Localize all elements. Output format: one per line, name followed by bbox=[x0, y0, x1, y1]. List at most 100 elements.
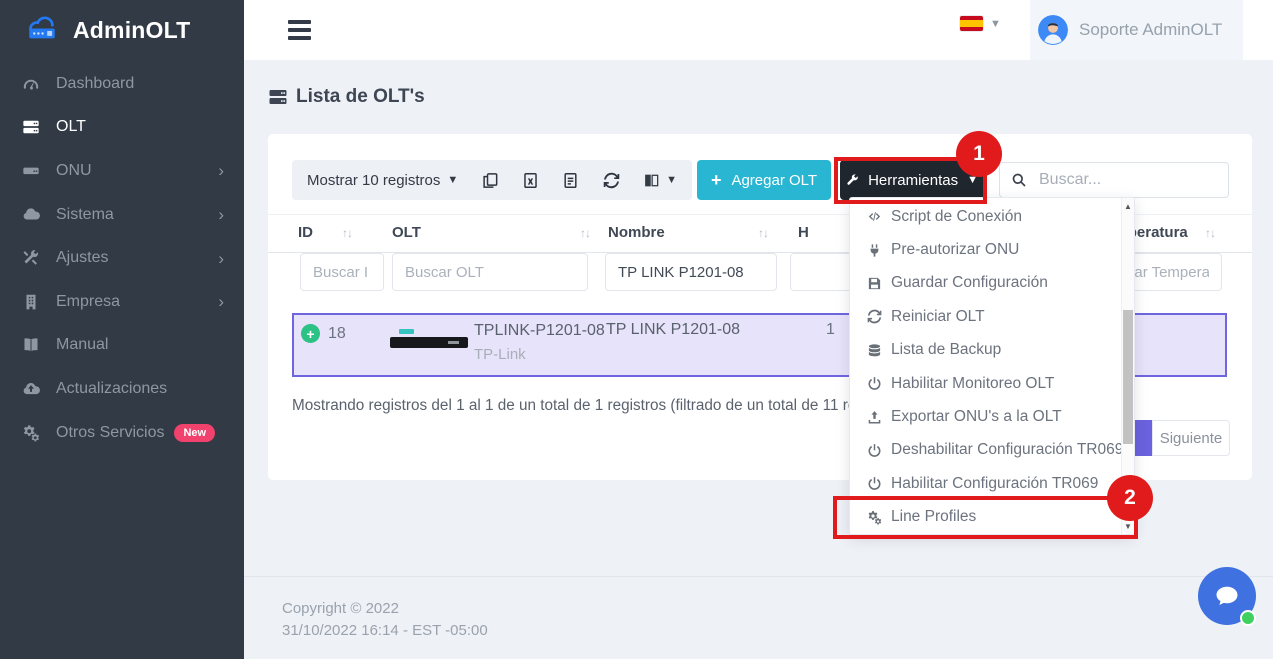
column-header-olt[interactable]: OLT bbox=[392, 224, 421, 241]
annotation-step-1: 1 bbox=[956, 131, 1002, 177]
table-controls: Mostrar 10 registros ▼ ▼ bbox=[292, 160, 692, 200]
page-title: Lista de OLT's bbox=[268, 86, 425, 108]
filter-olt-input[interactable] bbox=[392, 253, 588, 291]
adminolt-logo-icon bbox=[20, 11, 64, 50]
column-header-id[interactable]: ID bbox=[298, 224, 313, 241]
sidebar-item-ajustes[interactable]: Ajustes › bbox=[0, 236, 244, 280]
excel-export-button[interactable] bbox=[522, 172, 539, 189]
add-olt-button[interactable]: + Agregar OLT bbox=[697, 160, 831, 200]
sidebar-item-label: Dashboard bbox=[56, 75, 134, 93]
chevron-right-icon: › bbox=[218, 250, 224, 267]
row-nombre: TP LINK P1201-08 bbox=[606, 321, 740, 339]
tools-menu-item-habilitar-monitoreo-olt[interactable]: Habilitar Monitoreo OLT bbox=[850, 367, 1134, 400]
user-name: Soporte AdminOLT bbox=[1079, 20, 1222, 40]
menu-toggle-button[interactable] bbox=[288, 20, 312, 44]
sidebar: AdminOLT DashboardOLTONU›Sistema›Ajustes… bbox=[0, 0, 244, 659]
sidebar-item-empresa[interactable]: Empresa› bbox=[0, 280, 244, 324]
server-icon bbox=[268, 87, 288, 107]
sort-icon: ↑↓ bbox=[1205, 226, 1215, 240]
book-icon bbox=[22, 336, 41, 354]
sidebar-item-sistema[interactable]: Sistema › bbox=[0, 193, 244, 237]
tools-menu-item-label: Pre-autorizar ONU bbox=[891, 241, 1019, 259]
cloud-upload-icon bbox=[22, 380, 41, 398]
tools-menu-item-label: Exportar ONU's a la OLT bbox=[891, 408, 1062, 426]
new-badge: New bbox=[174, 424, 215, 442]
sort-icon: ↑↓ bbox=[342, 226, 352, 240]
tools-menu: Script de Conexión Pre-autorizar ONU Guard… bbox=[849, 197, 1135, 535]
caret-down-icon: ▼ bbox=[990, 18, 1001, 30]
tools-menu-item-exportar-onu-s-a-la-olt[interactable]: Exportar ONU's a la OLT bbox=[850, 400, 1134, 433]
page-length-select[interactable]: Mostrar 10 registros ▼ bbox=[307, 172, 458, 189]
sidebar-item-manual[interactable]: Manual bbox=[0, 324, 244, 368]
user-menu[interactable]: Soporte AdminOLT bbox=[1030, 0, 1243, 60]
column-header-nombre[interactable]: Nombre bbox=[608, 224, 665, 241]
tools-menu-item-script-de-conexion[interactable]: Script de Conexión bbox=[850, 200, 1134, 233]
caret-down-icon: ▼ bbox=[666, 175, 677, 186]
tools-menu-item-guardar-configuracion[interactable]: Guardar Configuración bbox=[850, 267, 1134, 300]
sidebar-item-otros-servicios[interactable]: Otros ServiciosNew bbox=[0, 411, 244, 455]
row-id: 18 bbox=[328, 325, 346, 343]
table-search bbox=[999, 162, 1229, 198]
tools-menu-item-label: Lista de Backup bbox=[891, 341, 1001, 359]
reload-table-button[interactable] bbox=[603, 172, 620, 189]
sidebar-item-label: Sistema bbox=[56, 206, 114, 224]
sidebar-item-dashboard[interactable]: Dashboard bbox=[0, 62, 244, 106]
filter-id-input[interactable] bbox=[300, 253, 384, 291]
tools-menu-item-pre-autorizar-onu[interactable]: Pre-autorizar ONU bbox=[850, 233, 1134, 266]
online-status-dot bbox=[1240, 610, 1256, 626]
sidebar-item-label: OLT bbox=[56, 118, 86, 136]
caret-down-icon: ▼ bbox=[447, 175, 458, 186]
copy-button[interactable] bbox=[482, 172, 499, 189]
footer-copyright: Copyright © 2022 bbox=[282, 598, 1273, 620]
tools-menu-item-label: Habilitar Configuración TR069 bbox=[891, 475, 1098, 493]
plus-icon: + bbox=[711, 171, 722, 189]
power-icon bbox=[867, 376, 882, 391]
column-visibility-button[interactable]: ▼ bbox=[643, 172, 677, 189]
tools-menu-item-reiniciar-olt[interactable]: Reiniciar OLT bbox=[850, 300, 1134, 333]
column-header-h[interactable]: H bbox=[798, 224, 809, 241]
server-icon bbox=[22, 118, 41, 136]
cloud-icon bbox=[22, 206, 41, 224]
tools-menu-item-label: Reiniciar OLT bbox=[891, 308, 985, 326]
topbar: ▼ Soporte AdminOLT bbox=[244, 0, 1273, 60]
expand-row-button[interactable]: + bbox=[301, 324, 320, 343]
language-selector[interactable]: ▼ bbox=[960, 16, 1001, 31]
tools-menu-item-label: Habilitar Monitoreo OLT bbox=[891, 375, 1054, 393]
tools-menu-item-lista-de-backup[interactable]: Lista de Backup bbox=[850, 334, 1134, 367]
search-input[interactable] bbox=[1037, 170, 1217, 190]
chevron-right-icon: › bbox=[218, 206, 224, 223]
avatar bbox=[1038, 15, 1068, 45]
footer-datetime: 31/10/2022 16:14 - EST -05:00 bbox=[282, 620, 1273, 642]
adminolt-app: AdminOLT DashboardOLTONU›Sistema›Ajustes… bbox=[0, 0, 1273, 659]
sidebar-item-label: Empresa bbox=[56, 293, 120, 311]
save-icon bbox=[867, 276, 882, 291]
filter-nombre-input[interactable] bbox=[605, 253, 777, 291]
chevron-right-icon: › bbox=[218, 162, 224, 179]
olt-device-image bbox=[390, 328, 468, 360]
next-page-button[interactable]: Siguiente bbox=[1152, 420, 1230, 456]
sidebar-item-label: Ajustes bbox=[56, 249, 108, 267]
sidebar-item-olt[interactable]: OLT bbox=[0, 106, 244, 150]
logo-text: AdminOLT bbox=[73, 17, 190, 44]
adminolt-logo[interactable]: AdminOLT bbox=[0, 0, 244, 60]
tools-menu-item-label: Guardar Configuración bbox=[891, 274, 1048, 292]
search-icon bbox=[1011, 172, 1027, 188]
gauge-icon bbox=[22, 75, 41, 93]
tools-menu-item-deshabilitar-configuracion-tr069[interactable]: Deshabilitar Configuración TR069 bbox=[850, 434, 1134, 467]
spain-flag-icon bbox=[960, 16, 983, 31]
sidebar-item-label: ONU bbox=[56, 162, 92, 180]
tools-icon bbox=[22, 249, 41, 267]
scrollbar-thumb[interactable] bbox=[1123, 310, 1133, 444]
scroll-up-icon[interactable]: ▲ bbox=[1122, 199, 1134, 213]
power-icon bbox=[867, 476, 882, 491]
cogs-icon bbox=[22, 424, 41, 442]
sidebar-item-actualizaciones[interactable]: Actualizaciones bbox=[0, 367, 244, 411]
plug-icon bbox=[867, 243, 882, 258]
row-next-col: 1 bbox=[826, 321, 835, 339]
sort-icon: ↑↓ bbox=[758, 226, 768, 240]
tools-menu-item-label: Script de Conexión bbox=[891, 208, 1022, 226]
building-icon bbox=[22, 293, 41, 311]
sidebar-item-onu[interactable]: ONU › bbox=[0, 149, 244, 193]
sidebar-item-label: Manual bbox=[56, 336, 108, 354]
file-export-button[interactable] bbox=[562, 172, 579, 189]
